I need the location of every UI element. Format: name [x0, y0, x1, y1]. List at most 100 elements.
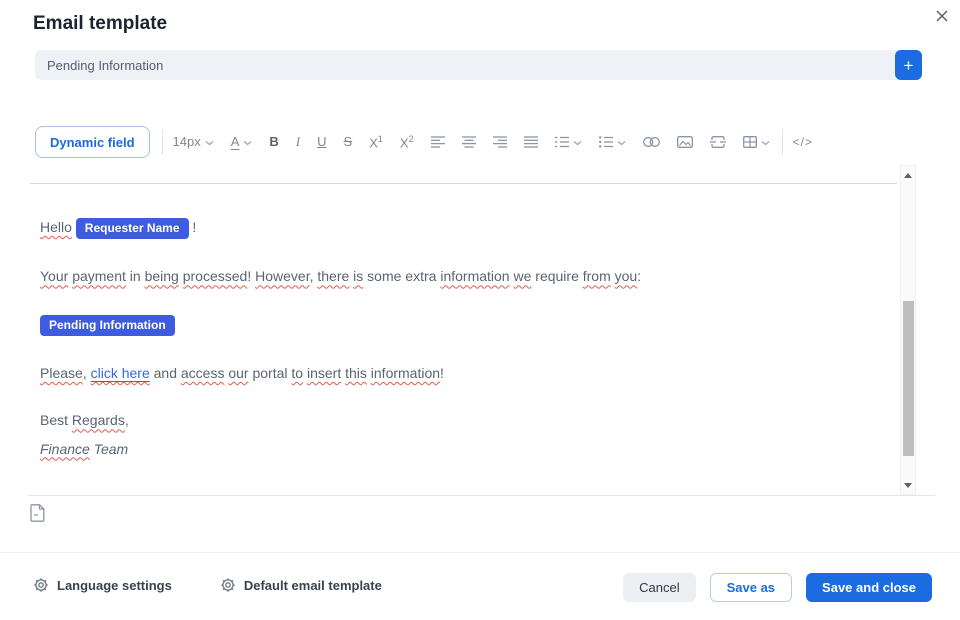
strikethrough-button[interactable]: S: [344, 134, 353, 149]
align-right-icon: [493, 136, 507, 148]
text-segment: However: [255, 268, 309, 284]
editor-paragraph: Pending Information: [40, 314, 888, 336]
editor-paragraph: Please, click here and access our portal…: [40, 363, 888, 383]
text-segment: to: [291, 365, 303, 381]
toolbar-divider: [782, 129, 783, 155]
text-segment: some extra: [363, 268, 440, 284]
italic-button[interactable]: I: [296, 134, 300, 150]
text-segment: !: [189, 219, 197, 235]
scroll-up-arrow[interactable]: [901, 168, 915, 182]
code-icon: </>: [793, 135, 813, 149]
align-center-button[interactable]: [462, 136, 476, 148]
font-size-value: 14px: [173, 134, 201, 149]
superscript-exp: 1: [378, 134, 383, 144]
default-email-template-button[interactable]: Default email template: [220, 577, 382, 593]
dynamic-field-button[interactable]: Dynamic field: [35, 126, 150, 158]
chevron-down-icon: [243, 134, 252, 149]
scroll-down-arrow[interactable]: [901, 478, 915, 492]
text-segment: insert: [307, 365, 341, 381]
align-right-button[interactable]: [493, 136, 507, 148]
text-segment: :: [637, 268, 641, 284]
justify-icon: [524, 136, 538, 148]
subscript-exp: 2: [409, 134, 414, 144]
code-view-button[interactable]: </>: [793, 135, 813, 149]
underline-label: U: [317, 134, 326, 149]
justify-button[interactable]: [524, 136, 538, 148]
text-segment: Team: [94, 441, 129, 457]
add-template-button[interactable]: +: [895, 50, 922, 80]
language-settings-button[interactable]: Language settings: [33, 577, 172, 593]
text-color-button[interactable]: A: [231, 134, 253, 149]
dynamic-field-badge[interactable]: Pending Information: [40, 315, 175, 336]
text-color-letter: A: [231, 134, 240, 149]
image-button[interactable]: [677, 136, 693, 148]
footer: Language settings Default email template…: [0, 553, 960, 620]
link-text: click here: [91, 365, 150, 381]
link-button[interactable]: [643, 137, 660, 147]
italic-label: I: [296, 134, 300, 150]
editor-paragraph: Hello Requester Name !: [40, 217, 888, 239]
text-segment: Regards: [72, 412, 125, 428]
text-segment: from: [583, 268, 611, 284]
text-segment: Finance: [40, 441, 90, 457]
table-icon: [743, 136, 757, 148]
attach-document-icon[interactable]: [30, 504, 45, 527]
bullet-list-icon: [599, 136, 613, 148]
template-name-row: +: [35, 50, 922, 80]
close-icon[interactable]: [934, 8, 950, 24]
bold-label: B: [269, 134, 278, 149]
text-segment: payment: [72, 268, 126, 284]
bold-button[interactable]: B: [269, 134, 278, 149]
text-segment: ,: [125, 412, 129, 428]
ordered-list-icon: [555, 136, 569, 148]
text-segment: in: [126, 268, 145, 284]
horizontal-rule-button[interactable]: [710, 136, 726, 148]
text-segment: this: [345, 365, 367, 381]
toolbar-divider: [162, 129, 163, 155]
cancel-button[interactable]: Cancel: [623, 573, 695, 602]
save-as-button[interactable]: Save as: [710, 573, 792, 602]
text-segment: being: [145, 268, 179, 284]
language-settings-label: Language settings: [57, 578, 172, 593]
chevron-down-icon: [573, 134, 582, 149]
text-segment: processed: [183, 268, 248, 284]
text-segment: portal: [249, 365, 292, 381]
editor-body[interactable]: Hello Requester Name !Your payment in be…: [30, 165, 898, 495]
subscript-base: X: [400, 135, 409, 150]
template-name-input[interactable]: [35, 58, 895, 73]
scrollbar-thumb[interactable]: [903, 301, 914, 456]
editor-horizontal-rule: [30, 183, 897, 184]
align-left-icon: [431, 136, 445, 148]
click-here-link[interactable]: click here: [91, 365, 150, 381]
ordered-list-button[interactable]: [555, 134, 582, 149]
text-segment: Your: [40, 268, 68, 284]
text-segment: require: [531, 268, 582, 284]
text-segment: and: [150, 365, 181, 381]
gear-icon: [220, 577, 236, 593]
text-segment: !: [247, 268, 255, 284]
editor-scrollbar[interactable]: [900, 165, 916, 495]
save-and-close-button[interactable]: Save and close: [806, 573, 932, 602]
editor-bottom-border: [28, 495, 935, 496]
link-icon: [643, 137, 660, 147]
subscript-button[interactable]: X2: [400, 134, 414, 150]
align-left-button[interactable]: [431, 136, 445, 148]
text-segment: we: [513, 268, 531, 284]
underline-button[interactable]: U: [317, 134, 326, 149]
editor-paragraph: Your payment in being processed! However…: [40, 266, 888, 286]
text-segment: Hello: [40, 219, 72, 235]
editor-content: Hello Requester Name !Your payment in be…: [30, 165, 898, 459]
page-title: Email template: [33, 13, 167, 35]
align-center-icon: [462, 136, 476, 148]
font-size-select[interactable]: 14px: [173, 134, 214, 149]
text-segment: information: [371, 365, 440, 381]
superscript-button[interactable]: X1: [369, 134, 383, 150]
image-icon: [677, 136, 693, 148]
table-button[interactable]: [743, 134, 770, 149]
text-segment: is: [353, 268, 363, 284]
bullet-list-button[interactable]: [599, 134, 626, 149]
text-segment: you: [615, 268, 638, 284]
text-segment: ,: [83, 365, 91, 381]
dynamic-field-badge[interactable]: Requester Name: [76, 218, 189, 239]
editor-paragraph: Best Regards,: [40, 410, 888, 430]
